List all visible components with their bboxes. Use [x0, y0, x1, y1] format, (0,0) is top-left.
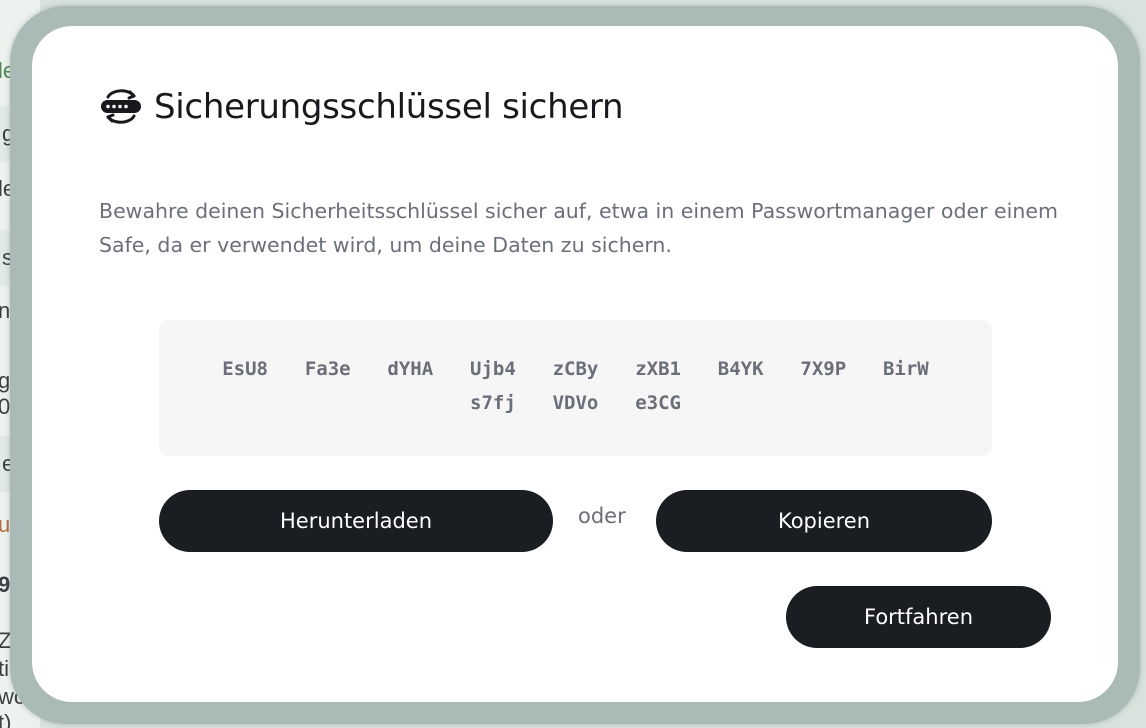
key-chunk: zXB1 — [635, 358, 681, 380]
background-text: ti — [0, 656, 9, 681]
key-chunk: 7X9P — [800, 358, 847, 380]
key-backup-icon — [100, 86, 142, 128]
key-chunk: e3CG — [635, 392, 681, 414]
key-chunk: BirW — [882, 358, 929, 380]
security-key-display[interactable]: EsU8 Fa3e dYHA Ujb4 zCBy zXB1 B4YK 7X9P BirW s7fj… — [159, 320, 992, 456]
key-chunk: EsU8 — [222, 358, 268, 380]
background-text: n — [0, 298, 11, 323]
key-chunk: Ujb4 — [470, 358, 516, 380]
key-chunk: Fa3e — [304, 358, 351, 380]
background-text: 9 — [0, 572, 11, 597]
key-chunk: s7fj — [470, 392, 516, 414]
dialog-header: Sicherungsschlüssel sichern — [100, 86, 624, 128]
background-text: 0 — [0, 394, 11, 419]
key-chunk: B4YK — [717, 358, 764, 380]
dialog-title: Sicherungsschlüssel sichern — [154, 87, 624, 127]
background-text: g — [0, 368, 11, 393]
key-chunk: dYHA — [387, 358, 434, 380]
continue-button[interactable]: Fortfahren — [786, 586, 1051, 648]
background-text: t) — [0, 710, 12, 728]
key-chunk: VDVo — [552, 392, 599, 414]
backup-key-dialog: Sicherungsschlüssel sichern Bewahre dein… — [32, 26, 1118, 702]
dialog-description: Bewahre deinen Sicherheitsschlüssel sich… — [99, 199, 1058, 257]
or-separator: oder — [578, 504, 626, 528]
copy-button[interactable]: Kopieren — [656, 490, 992, 552]
key-chunk: zCBy — [552, 358, 599, 380]
download-button[interactable]: Herunterladen — [159, 490, 553, 552]
